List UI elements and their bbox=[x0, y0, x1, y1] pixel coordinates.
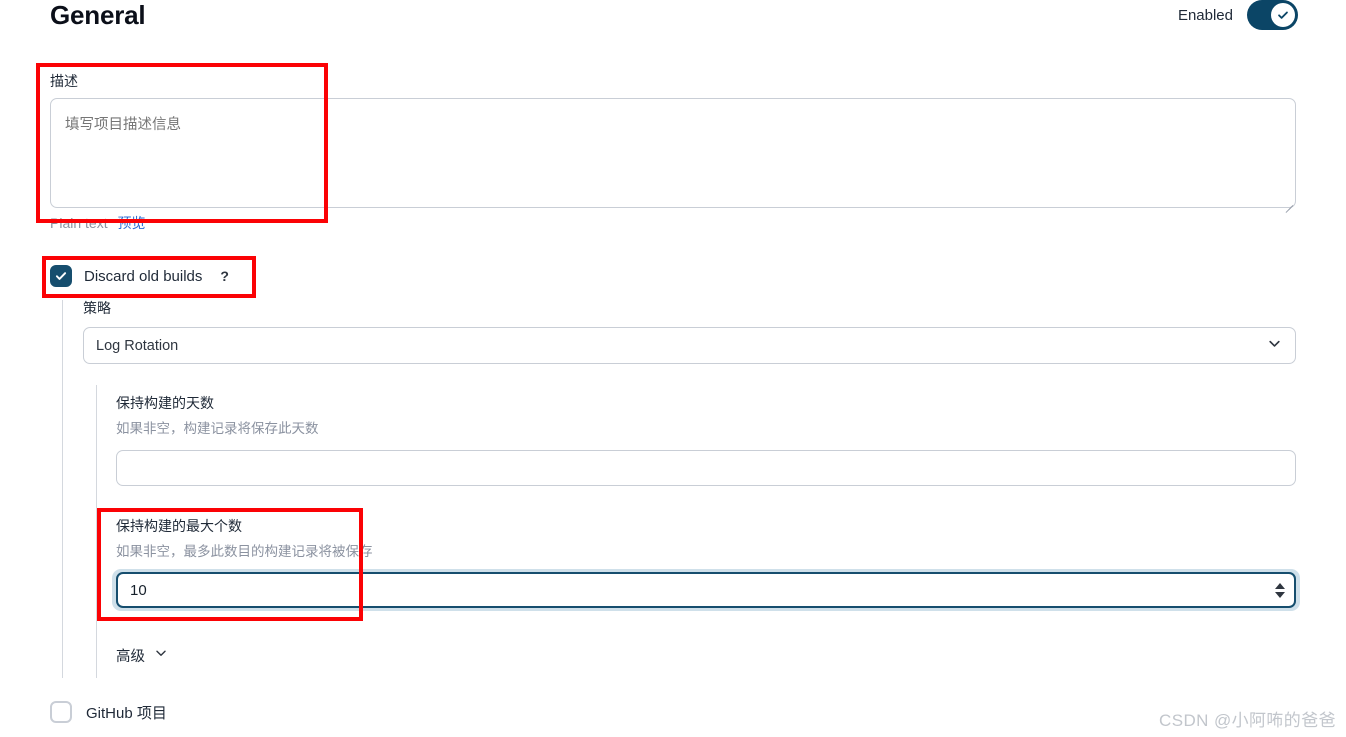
help-icon[interactable]: ? bbox=[220, 268, 229, 284]
enabled-toggle[interactable] bbox=[1247, 0, 1298, 30]
discard-old-builds-row: Discard old builds ? bbox=[50, 265, 229, 287]
discard-old-builds-checkbox[interactable] bbox=[50, 265, 72, 287]
description-label: 描述 bbox=[50, 73, 78, 89]
page-header: General Enabled bbox=[0, 0, 1346, 46]
check-icon bbox=[1278, 11, 1288, 19]
github-project-row: GitHub 项目 bbox=[50, 701, 167, 723]
github-project-checkbox[interactable] bbox=[50, 701, 72, 723]
indent-rule-inner bbox=[96, 385, 97, 678]
strategy-select[interactable]: Log Rotation bbox=[83, 327, 1296, 364]
stepper-up-icon[interactable] bbox=[1275, 582, 1285, 589]
description-textarea[interactable] bbox=[50, 98, 1296, 208]
description-format-row: Plain text 预览 bbox=[50, 213, 145, 233]
enabled-toggle-group: Enabled bbox=[1178, 0, 1298, 30]
days-to-keep-input[interactable] bbox=[116, 450, 1296, 486]
days-to-keep-label: 保持构建的天数 bbox=[116, 395, 214, 411]
preview-link[interactable]: 预览 bbox=[117, 215, 145, 231]
chevron-down-icon bbox=[154, 646, 168, 665]
discard-old-builds-label: Discard old builds bbox=[84, 267, 203, 285]
github-project-label: GitHub 项目 bbox=[86, 704, 167, 722]
max-builds-input[interactable] bbox=[116, 572, 1296, 608]
number-stepper[interactable] bbox=[1271, 578, 1289, 602]
check-icon bbox=[55, 272, 67, 280]
days-to-keep-description: 如果非空，构建记录将保存此天数 bbox=[116, 421, 319, 436]
watermark: CSDN @小阿咘的爸爸 bbox=[1159, 711, 1336, 730]
strategy-label: 策略 bbox=[83, 300, 111, 316]
advanced-toggle[interactable]: 高级 bbox=[116, 645, 168, 666]
max-builds-input-wrap bbox=[112, 569, 1300, 611]
max-builds-label: 保持构建的最大个数 bbox=[116, 518, 242, 534]
max-builds-description: 如果非空，最多此数目的构建记录将被保存 bbox=[116, 544, 373, 559]
advanced-label: 高级 bbox=[116, 649, 145, 665]
page-title: General bbox=[50, 0, 146, 30]
indent-rule-outer bbox=[62, 300, 63, 678]
plain-text-label: Plain text bbox=[50, 215, 108, 231]
enabled-label: Enabled bbox=[1177, 6, 1233, 24]
strategy-select-wrap: Log Rotation bbox=[83, 327, 1296, 364]
stepper-down-icon[interactable] bbox=[1275, 591, 1285, 598]
toggle-knob bbox=[1271, 3, 1295, 27]
